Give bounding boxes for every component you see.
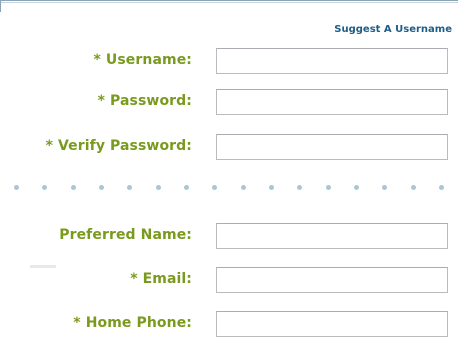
divider-dot <box>70 184 76 190</box>
divider-dot <box>410 184 416 190</box>
home-phone-field[interactable] <box>216 311 448 337</box>
divider-dot <box>14 184 19 190</box>
divider-dot <box>127 184 133 190</box>
divider-dot <box>183 184 189 190</box>
password-label: * Password: <box>97 93 192 109</box>
divider-dot <box>325 184 331 190</box>
section-divider <box>14 182 444 192</box>
divider-dot <box>42 184 48 190</box>
preferred-name-label: Preferred Name: <box>59 227 192 243</box>
username-field[interactable] <box>216 48 448 74</box>
divider-dot <box>438 184 444 190</box>
divider-dot <box>353 184 359 190</box>
verify-password-label: * Verify Password: <box>45 138 192 154</box>
username-row: * Username: <box>0 48 458 76</box>
verify-password-field[interactable] <box>216 134 448 160</box>
suggest-username-link[interactable]: Suggest A Username <box>334 24 452 35</box>
panel-corner <box>0 0 5 12</box>
password-row: * Password: <box>0 89 458 117</box>
panel-top-border <box>0 0 458 3</box>
preferred-name-row: Preferred Name: <box>0 223 458 251</box>
username-label: * Username: <box>93 52 192 68</box>
home-phone-label: * Home Phone: <box>73 315 192 331</box>
divider-dot <box>212 184 218 190</box>
password-field[interactable] <box>216 89 448 115</box>
preferred-name-field[interactable] <box>216 223 448 249</box>
divider-dot <box>382 184 388 190</box>
divider-dot <box>268 184 274 190</box>
home-phone-row: * Home Phone: <box>0 311 458 339</box>
verify-password-row: * Verify Password: <box>0 134 458 162</box>
divider-dot <box>155 184 161 190</box>
divider-dot <box>240 184 246 190</box>
registration-form-panel: Suggest A Username * Username: * Passwor… <box>0 0 458 354</box>
email-field[interactable] <box>216 267 448 293</box>
divider-dot <box>297 184 303 190</box>
email-row: * Email: <box>0 267 458 295</box>
divider-dot <box>98 184 104 190</box>
email-label: * Email: <box>130 271 192 287</box>
